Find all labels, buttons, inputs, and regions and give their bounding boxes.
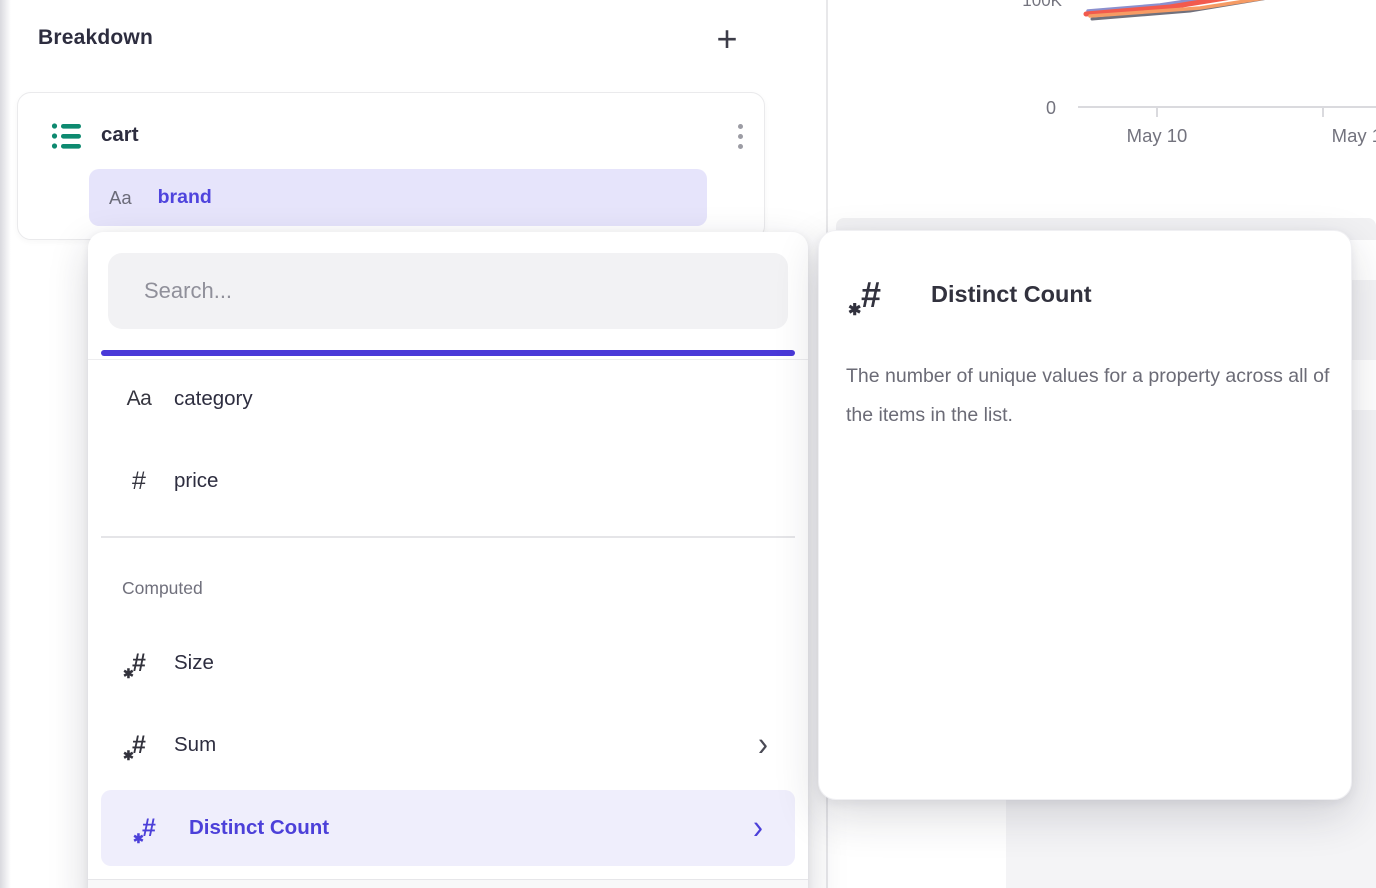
x-axis-tick xyxy=(1156,108,1158,117)
breakdown-section-title: Breakdown xyxy=(38,26,153,50)
number-type-icon: # xyxy=(132,467,146,496)
breakdown-card: cart Aa brand xyxy=(17,92,765,240)
computed-section-label: Computed xyxy=(122,578,203,599)
active-tab-indicator xyxy=(101,350,795,356)
tab-bar-underline xyxy=(88,359,808,360)
property-option-label: price xyxy=(174,469,218,493)
line-chart-series xyxy=(1080,0,1376,40)
property-dropdown: Aa category # price Computed ✱# Size ✱# … xyxy=(88,232,808,888)
computed-number-icon: ✱# xyxy=(142,816,156,841)
computed-number-icon: ✱# xyxy=(132,651,146,676)
plus-icon: + xyxy=(716,21,737,57)
property-option-label: category xyxy=(174,387,253,411)
search-input[interactable] xyxy=(108,253,788,329)
text-type-icon: Aa xyxy=(109,187,132,209)
computed-number-icon: ✱# xyxy=(132,733,146,758)
tooltip-title: Distinct Count xyxy=(931,281,1092,308)
add-breakdown-button[interactable]: + xyxy=(704,16,750,62)
x-axis-line xyxy=(1078,106,1376,108)
computed-option-label: Sum xyxy=(174,733,216,757)
list-name-label: cart xyxy=(101,123,139,147)
section-divider xyxy=(101,536,795,538)
y-axis-label-0: 0 xyxy=(1030,98,1056,119)
property-option-category[interactable]: Aa category xyxy=(96,364,800,434)
computed-option-sum[interactable]: ✱# Sum › xyxy=(96,710,800,780)
card-menu-button[interactable] xyxy=(718,113,762,159)
chevron-right-icon: › xyxy=(758,728,768,763)
y-axis-label-100k: 100K xyxy=(996,0,1062,11)
x-axis-label-may17: May 17 xyxy=(1312,125,1376,147)
property-option-price[interactable]: # price xyxy=(96,446,800,516)
option-description-tooltip: ✱# Distinct Count The number of unique v… xyxy=(818,230,1352,800)
x-axis-tick xyxy=(1322,108,1324,117)
tooltip-description: The number of unique values for a proper… xyxy=(846,357,1354,435)
app-canvas: 100K 0 May 10 May 17 Breakdown + cart Aa… xyxy=(0,0,1376,888)
left-edge-shading xyxy=(0,0,11,888)
computed-option-distinct-count[interactable]: ✱# Distinct Count › xyxy=(101,790,795,866)
selected-property-chip[interactable]: Aa brand xyxy=(89,169,707,226)
list-icon xyxy=(51,121,81,151)
computed-option-label: Distinct Count xyxy=(189,816,329,840)
computed-option-label: Size xyxy=(174,651,214,675)
kebab-icon xyxy=(738,124,743,129)
text-type-icon: Aa xyxy=(127,387,152,411)
chevron-right-icon: › xyxy=(753,811,763,846)
selected-property-label: brand xyxy=(158,186,212,209)
computed-option-size[interactable]: ✱# Size xyxy=(96,628,800,698)
next-section-strip xyxy=(88,880,808,888)
x-axis-label-may10: May 10 xyxy=(1107,125,1207,147)
computed-number-icon: ✱# xyxy=(861,277,881,313)
